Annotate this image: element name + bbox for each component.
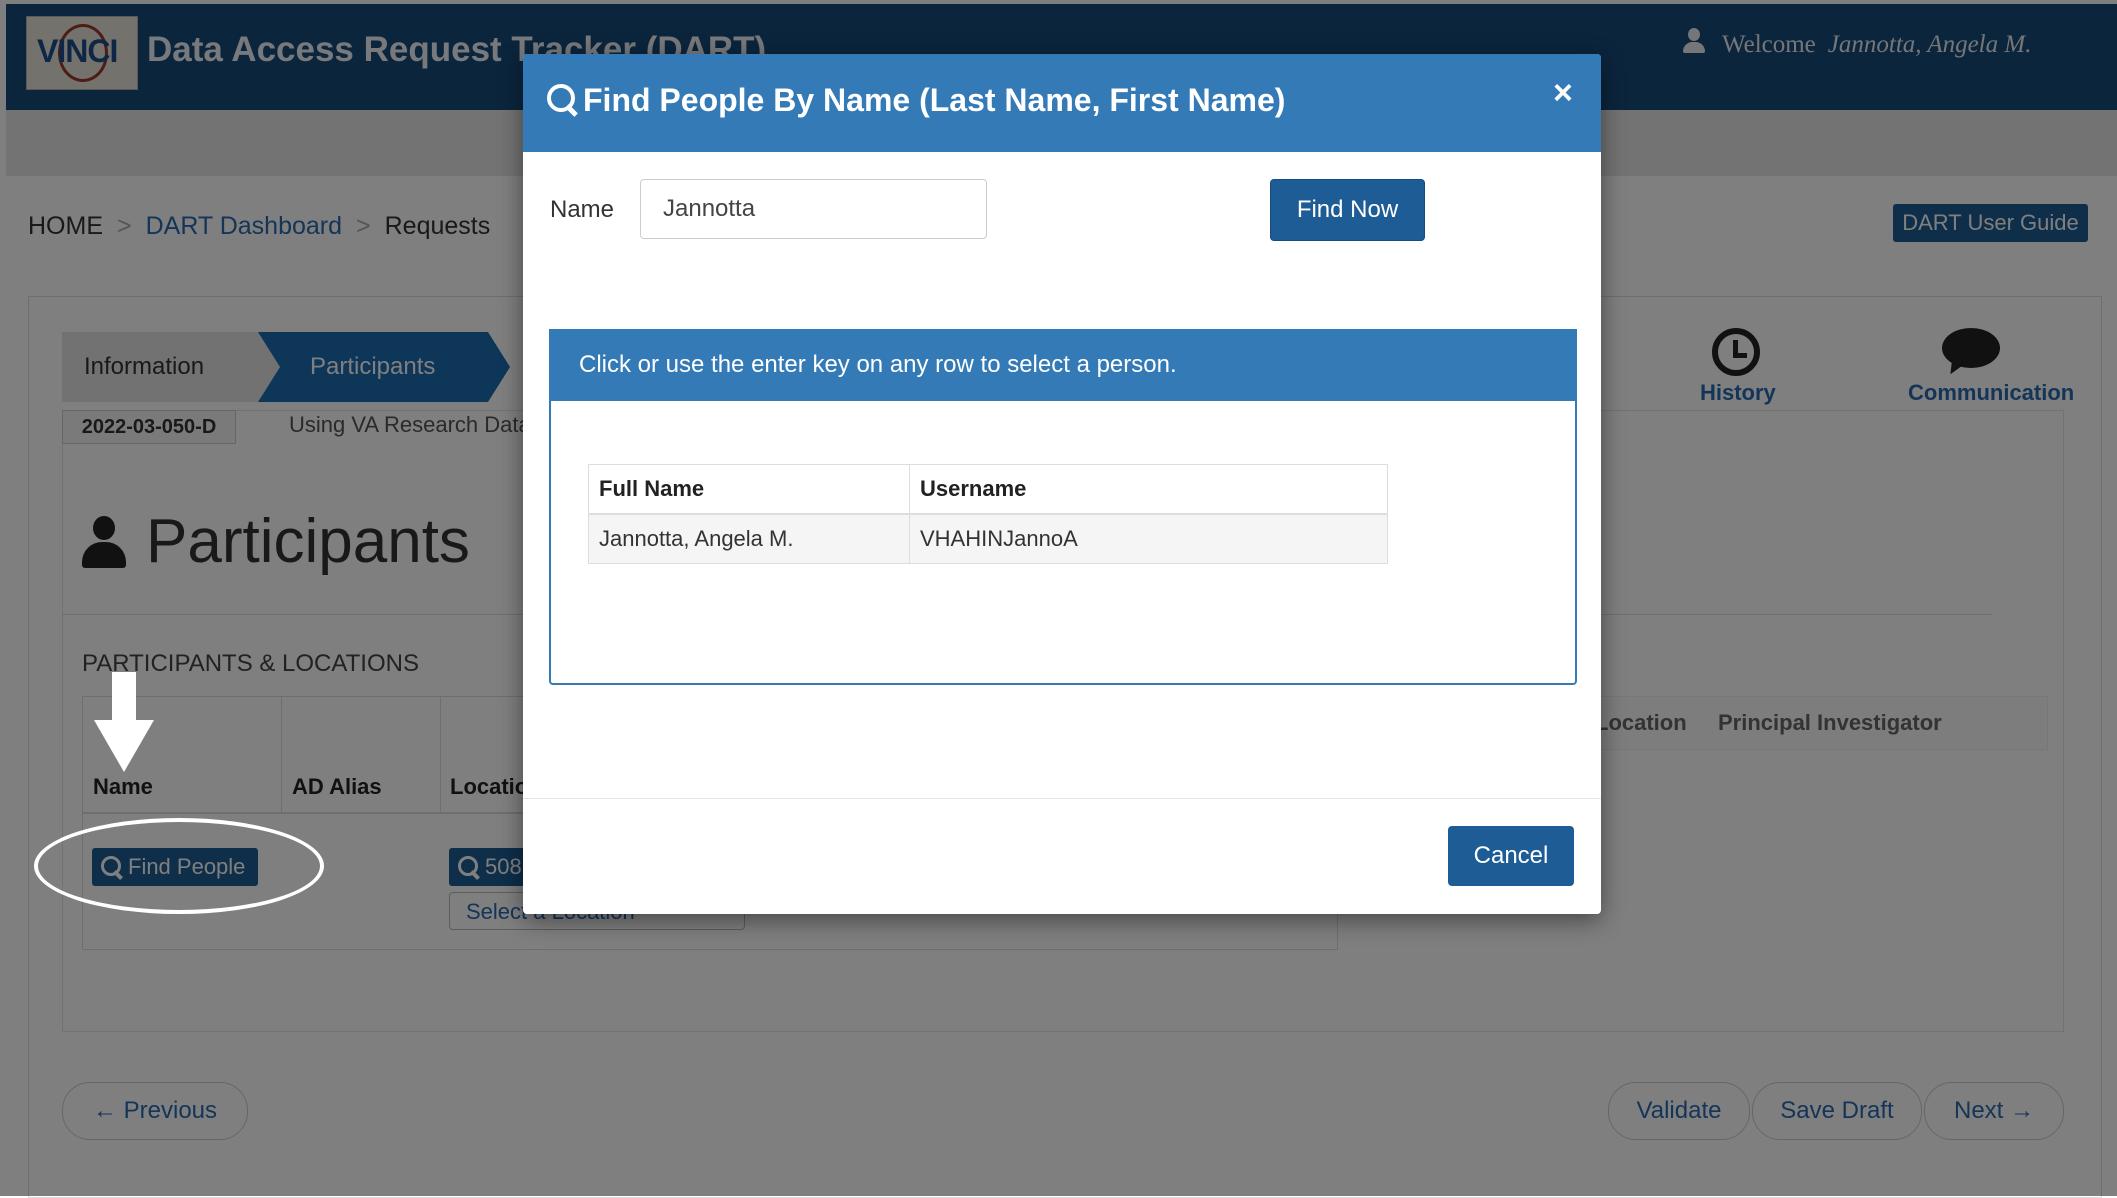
modal-title: Find People By Name (Last Name, First Na… <box>583 82 1286 118</box>
column-header-full-name: Full Name <box>588 464 910 515</box>
find-now-button[interactable]: Find Now <box>1270 179 1425 241</box>
modal-footer-divider <box>523 798 1601 799</box>
results-instructions: Click or use the enter key on any row to… <box>579 351 1177 378</box>
results-table: Full Name Username Jannotta, Angela M. V… <box>588 464 1388 564</box>
cancel-button[interactable]: Cancel <box>1448 826 1574 886</box>
close-icon[interactable]: × <box>1553 76 1573 110</box>
cell-full-name[interactable]: Jannotta, Angela M. <box>588 513 910 564</box>
annotation-arrow <box>112 672 136 722</box>
annotation-arrow-head <box>94 720 154 772</box>
find-people-modal: Find People By Name (Last Name, First Na… <box>523 54 1601 914</box>
name-input[interactable] <box>640 179 987 239</box>
search-icon <box>547 84 579 116</box>
column-header-username: Username <box>909 464 1388 515</box>
name-label: Name <box>550 196 615 223</box>
table-row[interactable]: Jannotta, Angela M. VHAHINJannoA <box>588 513 1388 564</box>
annotation-ellipse <box>34 818 324 914</box>
results-header-row: Full Name Username <box>588 464 1388 515</box>
cell-username[interactable]: VHAHINJannoA <box>909 513 1388 564</box>
